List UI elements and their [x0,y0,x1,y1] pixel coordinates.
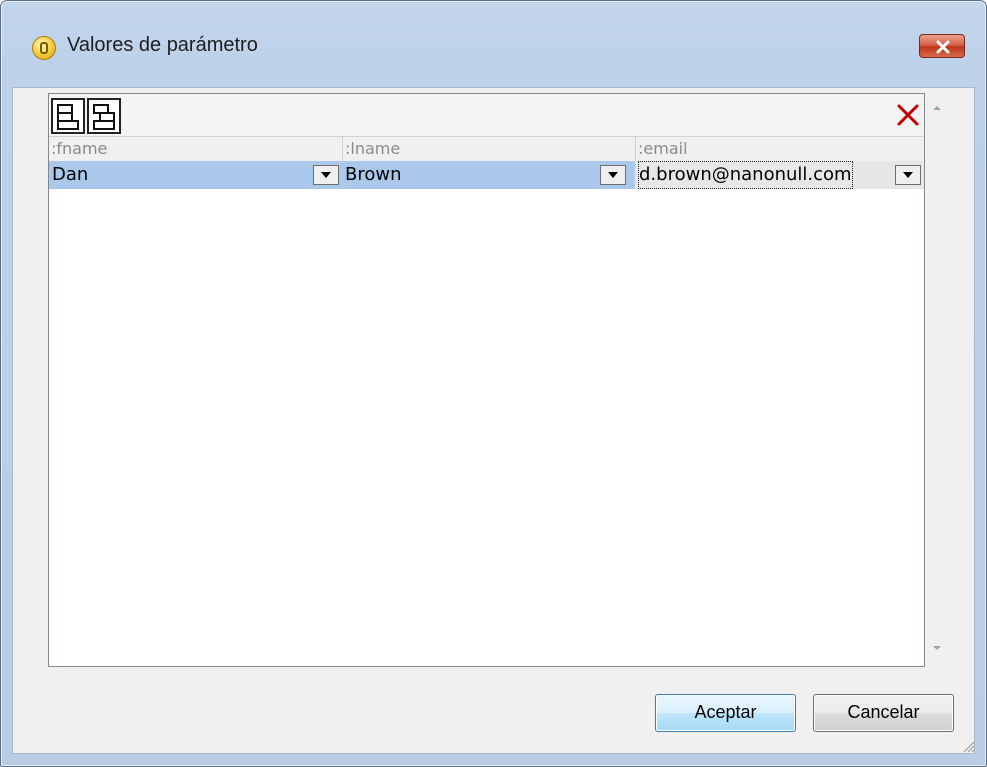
append-row-button[interactable] [51,98,85,134]
title-bar[interactable]: Valores de parámetro [1,1,986,87]
accept-button[interactable]: Aceptar [655,694,796,732]
cell-lname[interactable]: Brown [342,161,635,189]
scroll-up-icon[interactable] [931,102,943,114]
fname-dropdown-button[interactable] [313,165,339,185]
delete-row-icon[interactable] [894,100,922,130]
column-header-fname: :fname [51,139,108,158]
close-button[interactable] [919,34,965,58]
column-header-lname: :lname [342,137,635,161]
cell-email[interactable]: d.brown@nanonull.com [635,161,924,189]
parameter-grid: :fname :lname :email Dan Brown d.brown@n… [48,93,925,667]
append-row-icon [57,104,79,130]
cell-fname-value: Dan [52,164,89,185]
database-icon [32,36,56,60]
insert-row-button[interactable] [87,98,121,134]
cancel-button[interactable]: Cancelar [813,694,954,732]
cell-email-value: d.brown@nanonull.com [638,161,853,189]
vertical-scrollbar[interactable] [926,94,948,666]
table-row[interactable]: Dan Brown d.brown@nanonull.com [49,161,924,189]
dialog-window: Valores de parámetro:fname:lname:emai… [0,0,987,767]
resize-grip-icon[interactable] [961,739,975,753]
email-dropdown-button[interactable] [895,165,921,185]
insert-row-icon [93,104,115,130]
close-icon [936,40,950,54]
column-header-email: :email [635,137,924,161]
scroll-down-icon[interactable] [931,642,943,654]
dialog-client-area: :fname :lname :email Dan Brown d.brown@n… [12,87,975,754]
cell-lname-value: Brown [345,164,402,185]
cell-fname[interactable]: Dan [49,161,342,189]
lname-dropdown-button[interactable] [600,165,626,185]
grid-toolbar [49,94,924,137]
window-title: Valores de parámetro [67,34,258,56]
column-header-row: :fname :lname :email [49,137,924,162]
